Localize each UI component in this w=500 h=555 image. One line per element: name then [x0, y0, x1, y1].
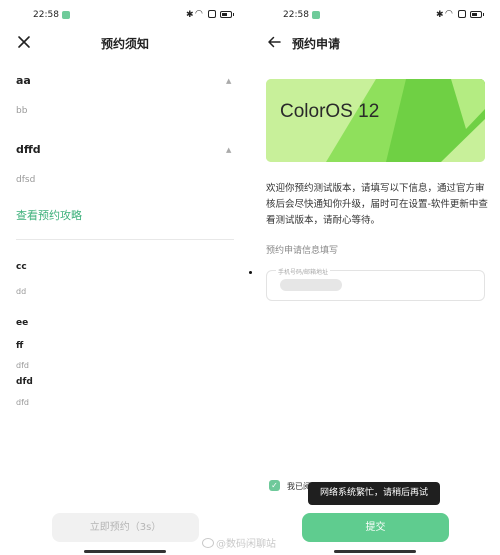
back-arrow-icon[interactable]: [267, 35, 281, 49]
page-title: 预约须知: [100, 37, 149, 51]
divider: [16, 239, 234, 240]
list-item-body: dfd: [16, 361, 29, 370]
list-item-title: cc: [16, 262, 27, 272]
error-toast: 网络系统繁忙，请稍后再试: [308, 482, 440, 505]
list-item-body: dd: [16, 287, 27, 296]
section-body: bb: [16, 106, 28, 116]
status-bar: 22:58 ✱ ◠: [0, 9, 250, 23]
list-item-title: ee: [16, 318, 29, 328]
home-indicator[interactable]: [334, 550, 416, 553]
divider-dot: [249, 271, 252, 274]
watermark-text: @数码闲聊站: [216, 539, 276, 550]
left-screen: 22:58 ✱ ◠ 预约须知 aa ▲ bb dffd ▲ dfsd 查看预约攻…: [0, 0, 250, 555]
watermark: @数码闲聊站: [202, 535, 276, 550]
page-title: 预约申请: [292, 37, 341, 51]
status-bar: 22:58 ✱ ◠: [250, 9, 500, 23]
coloros-banner: ColorOS 12: [266, 79, 485, 162]
list-item-body: dfd: [16, 398, 29, 407]
reserve-now-button[interactable]: 立即预约（3s）: [52, 513, 199, 542]
phone-email-label: 手机号码/邮箱地址: [276, 267, 331, 276]
banner-title: ColorOS 12: [280, 101, 380, 122]
bluetooth-icon: ✱: [186, 10, 194, 20]
battery-tip: [233, 13, 234, 16]
bluetooth-icon: ✱: [436, 10, 444, 20]
submit-button[interactable]: 提交: [302, 513, 449, 542]
nfc-icon: [208, 10, 216, 18]
close-icon[interactable]: [16, 34, 32, 50]
status-time: 22:58: [283, 10, 309, 20]
form-section-label: 预约申请信息填写: [266, 246, 339, 256]
intro-text: 欢迎你预约测试版本，请填写以下信息，通过官方审核后会尽快通知你升级，届时可在设置…: [266, 183, 488, 226]
wifi-icon: ◠: [445, 9, 453, 19]
reservation-guide-link[interactable]: 查看预约攻略: [16, 207, 82, 223]
redacted-value: [280, 279, 342, 291]
app-notification-icon: [62, 11, 70, 19]
nfc-icon: [458, 10, 466, 18]
home-indicator[interactable]: [84, 550, 166, 553]
status-time: 22:58: [33, 10, 59, 20]
list-item-title: dfd: [16, 377, 33, 387]
battery-icon: [470, 11, 482, 18]
battery-tip: [483, 13, 484, 16]
chevron-up-icon[interactable]: ▲: [226, 146, 231, 154]
wifi-icon: ◠: [195, 9, 203, 19]
list-item-title: ff: [16, 341, 24, 351]
right-screen: 22:58 ✱ ◠ 预约申请 ColorOS 12 欢迎你预约测试版本，请填写以…: [250, 0, 500, 555]
section-title[interactable]: aa: [16, 74, 31, 87]
weibo-icon: [202, 538, 214, 548]
section-body: dfsd: [16, 175, 36, 185]
agree-checkbox[interactable]: ✓: [269, 480, 280, 491]
chevron-up-icon[interactable]: ▲: [226, 77, 231, 85]
app-notification-icon: [312, 11, 320, 19]
section-title[interactable]: dffd: [16, 143, 41, 156]
battery-icon: [220, 11, 232, 18]
